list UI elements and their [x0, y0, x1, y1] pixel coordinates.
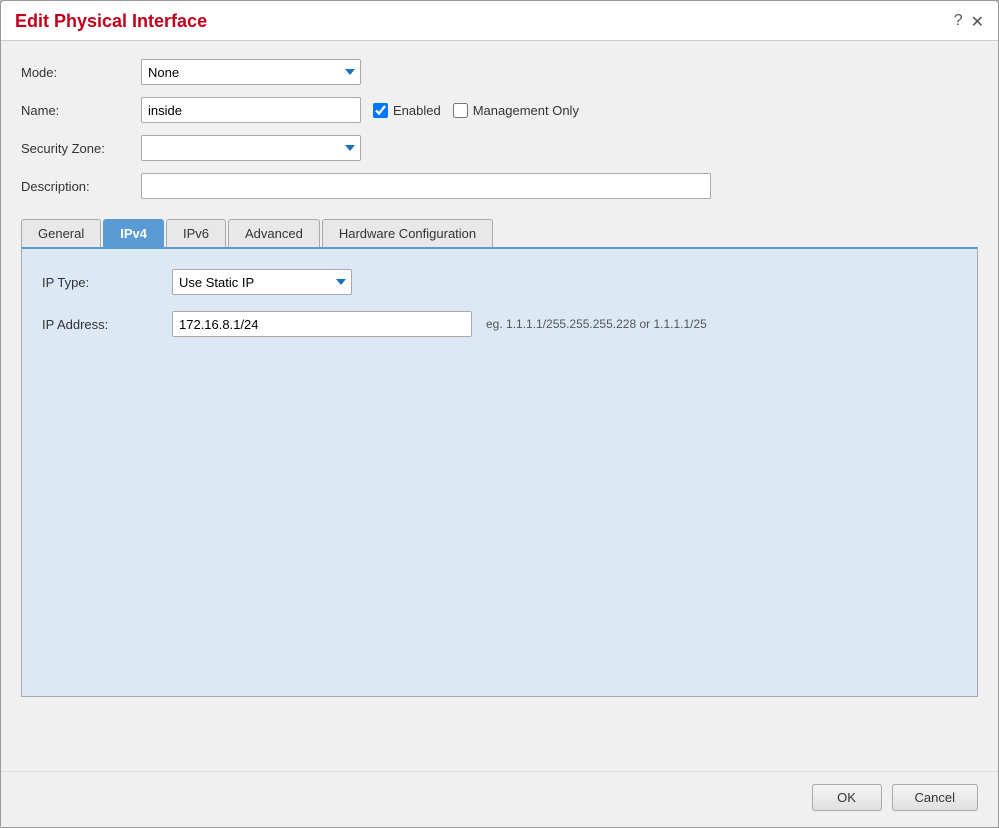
ip-type-label: IP Type: [42, 275, 172, 290]
tab-general[interactable]: General [21, 219, 101, 247]
ip-type-select[interactable]: Use Static IP Use DHCP PPPoE [172, 269, 352, 295]
security-zone-control-group [141, 135, 978, 161]
ip-address-input[interactable] [172, 311, 472, 337]
tab-content-ipv4: IP Type: Use Static IP Use DHCP PPPoE IP… [21, 247, 978, 697]
mode-row: Mode: None Routed Transparent [21, 59, 978, 85]
help-icon[interactable]: ? [954, 12, 963, 32]
ip-address-label: IP Address: [42, 317, 172, 332]
management-only-text: Management Only [473, 103, 579, 118]
tabs-container: General IPv4 IPv6 Advanced Hardware Conf… [21, 219, 978, 697]
ok-button[interactable]: OK [812, 784, 882, 811]
ip-type-row: IP Type: Use Static IP Use DHCP PPPoE [42, 269, 957, 295]
tabs-row: General IPv4 IPv6 Advanced Hardware Conf… [21, 219, 978, 247]
name-label: Name: [21, 103, 141, 118]
enabled-label[interactable]: Enabled [373, 103, 441, 118]
description-input[interactable] [141, 173, 711, 199]
dialog-body: Mode: None Routed Transparent Name: Enab… [1, 41, 998, 771]
close-icon[interactable]: ✕ [971, 12, 984, 32]
enabled-text: Enabled [393, 103, 441, 118]
tab-advanced-label: Advanced [245, 226, 303, 241]
ip-address-hint: eg. 1.1.1.1/255.255.255.228 or 1.1.1.1/2… [486, 317, 707, 331]
security-zone-select-wrapper [141, 135, 361, 161]
tab-hardware-configuration[interactable]: Hardware Configuration [322, 219, 493, 247]
security-zone-row: Security Zone: [21, 135, 978, 161]
description-row: Description: [21, 173, 978, 199]
tab-ipv6-label: IPv6 [183, 226, 209, 241]
ip-address-row: IP Address: eg. 1.1.1.1/255.255.255.228 … [42, 311, 957, 337]
security-zone-select[interactable] [141, 135, 361, 161]
cancel-button[interactable]: Cancel [892, 784, 978, 811]
tab-ipv4-label: IPv4 [120, 226, 147, 241]
mode-select-wrapper: None Routed Transparent [141, 59, 361, 85]
dialog-titlebar: Edit Physical Interface ? ✕ [1, 1, 998, 41]
tab-ipv6[interactable]: IPv6 [166, 219, 226, 247]
dialog-footer: OK Cancel [1, 771, 998, 827]
tab-advanced[interactable]: Advanced [228, 219, 320, 247]
name-input[interactable] [141, 97, 361, 123]
mode-label: Mode: [21, 65, 141, 80]
name-row: Name: Enabled Management Only [21, 97, 978, 123]
tab-general-label: General [38, 226, 84, 241]
name-control-group: Enabled Management Only [141, 97, 978, 123]
mode-select[interactable]: None Routed Transparent [141, 59, 361, 85]
edit-physical-interface-dialog: Edit Physical Interface ? ✕ Mode: None R… [0, 0, 999, 828]
security-zone-label: Security Zone: [21, 141, 141, 156]
tab-ipv4[interactable]: IPv4 [103, 219, 164, 247]
ip-type-select-wrapper: Use Static IP Use DHCP PPPoE [172, 269, 352, 295]
description-label: Description: [21, 179, 141, 194]
dialog-controls: ? ✕ [954, 12, 984, 32]
mode-control-group: None Routed Transparent [141, 59, 978, 85]
tab-hardware-configuration-label: Hardware Configuration [339, 226, 476, 241]
dialog-title: Edit Physical Interface [15, 11, 207, 32]
enabled-checkbox[interactable] [373, 103, 388, 118]
management-only-label[interactable]: Management Only [453, 103, 579, 118]
management-only-checkbox[interactable] [453, 103, 468, 118]
